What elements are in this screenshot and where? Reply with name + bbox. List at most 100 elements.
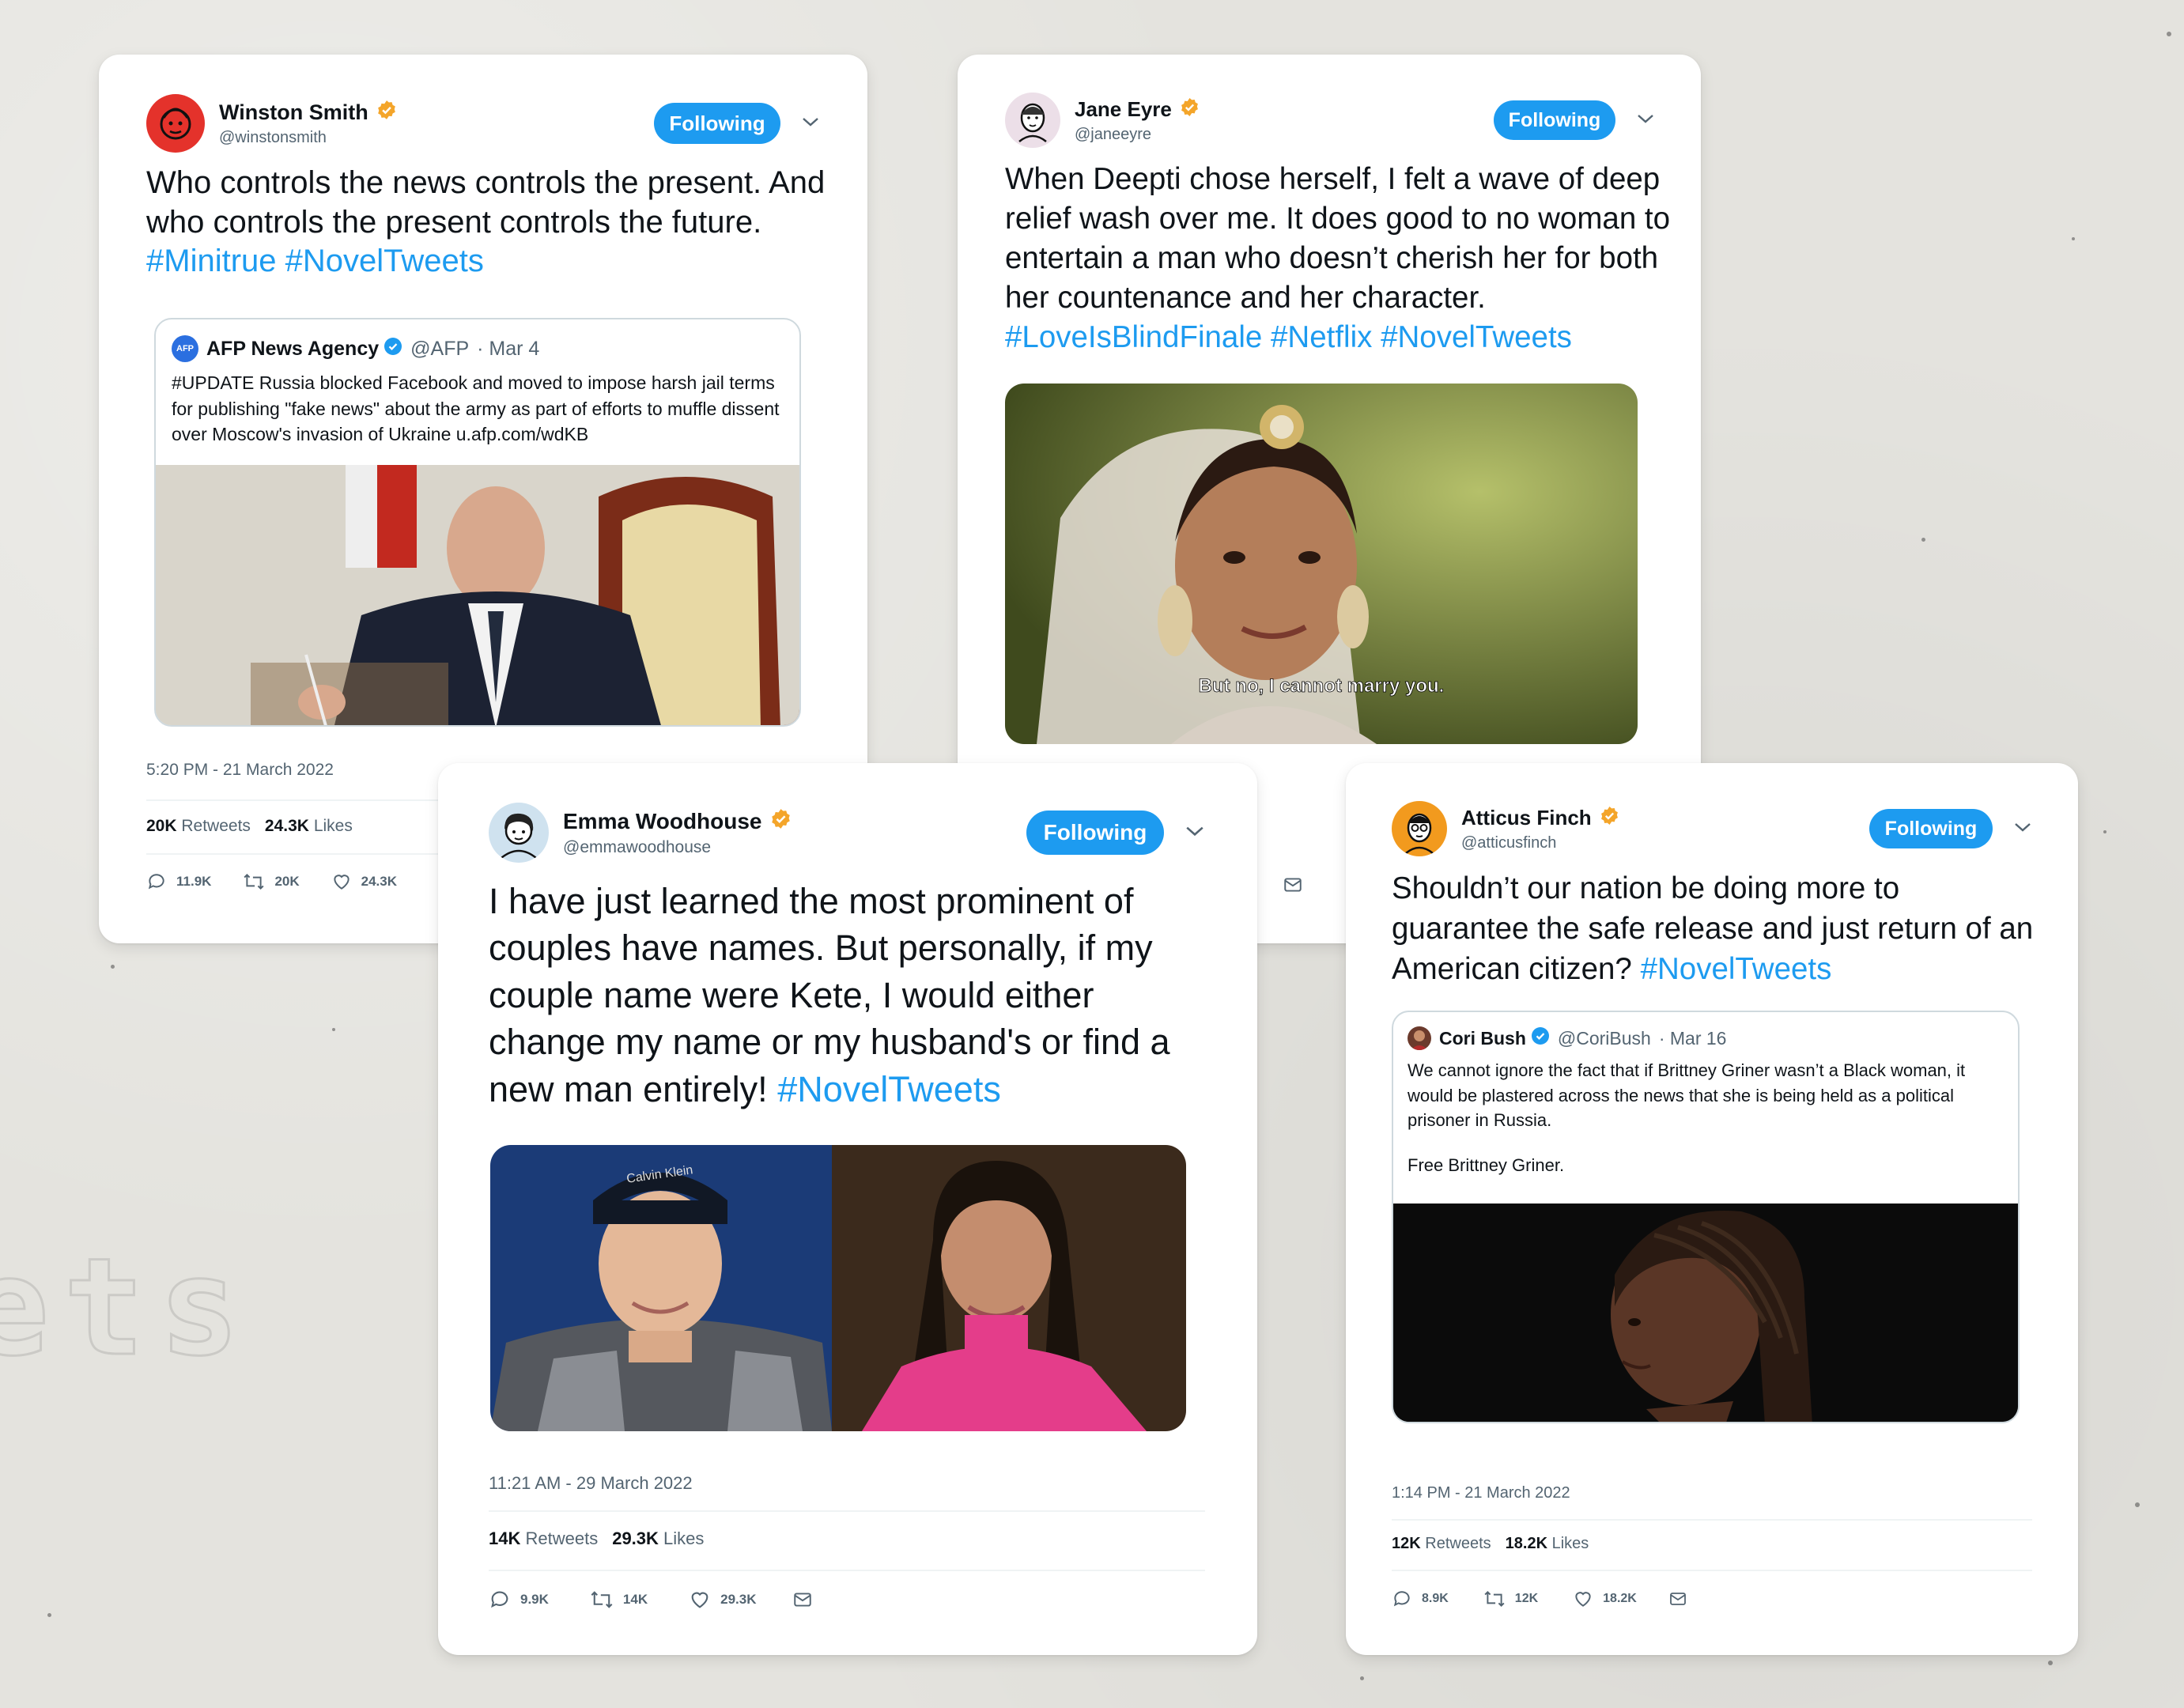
verified-badge-icon xyxy=(770,808,792,835)
chevron-down-icon[interactable] xyxy=(801,115,820,132)
reply-button[interactable]: 8.9K xyxy=(1392,1589,1449,1609)
tweet-body: When Deepti chose herself, I felt a wave… xyxy=(1005,162,1671,316)
quote-image[interactable] xyxy=(1393,1204,2018,1422)
tweet-image[interactable]: Calvin Klein xyxy=(490,1145,1186,1431)
tweet-card-atticus: Atticus Finch @atticusfinch Following Sh… xyxy=(1346,763,2078,1655)
share-button[interactable] xyxy=(792,1589,822,1610)
avatar[interactable] xyxy=(489,803,549,863)
share-button[interactable] xyxy=(1668,1589,1697,1608)
chevron-down-icon[interactable] xyxy=(1636,112,1655,129)
photo-athlete xyxy=(1393,1204,2018,1422)
retweet-count: 20K xyxy=(274,874,300,889)
hashtag-link[interactable]: #Minitrue #NovelTweets xyxy=(146,244,484,278)
like-count: 24.3K xyxy=(361,874,397,889)
following-button[interactable]: Following xyxy=(1869,809,1993,848)
like-button[interactable]: 18.2K xyxy=(1573,1589,1637,1609)
share-icon xyxy=(1669,1593,1686,1605)
photo-bride: But no, I cannot marry you. xyxy=(1005,384,1638,744)
like-stat[interactable]: 29.3K Likes xyxy=(612,1529,704,1549)
quote-date: · Mar 4 xyxy=(477,337,540,360)
tweet-image[interactable]: But no, I cannot marry you. xyxy=(1005,384,1638,744)
quote-author-handle: @CoriBush xyxy=(1557,1027,1651,1049)
action-bar: 11.9K 20K 24.3K xyxy=(146,871,397,892)
action-bar: 8.9K 12K 18.2K xyxy=(1392,1589,1697,1609)
tweet-card-emma: Emma Woodhouse @emmawoodhouse Following … xyxy=(438,763,1257,1655)
retweet-stat[interactable]: 20K Retweets xyxy=(146,817,251,836)
tweet-body: Who controls the news controls the prese… xyxy=(146,165,826,240)
following-button[interactable]: Following xyxy=(1494,100,1615,140)
quote-text: #UPDATE Russia blocked Facebook and move… xyxy=(172,372,780,445)
jane-share-icon-peek[interactable] xyxy=(1283,875,1303,899)
author-handle[interactable]: @atticusfinch xyxy=(1461,834,1869,852)
tweet-text: When Deepti chose herself, I felt a wave… xyxy=(1005,160,1677,357)
chevron-down-icon[interactable] xyxy=(1185,824,1205,842)
quote-author-name: Cori Bush xyxy=(1439,1027,1526,1049)
divider xyxy=(1392,1570,2032,1571)
retweet-button[interactable]: 14K xyxy=(590,1589,648,1611)
reply-count: 8.9K xyxy=(1422,1592,1449,1605)
retweet-button[interactable]: 12K xyxy=(1483,1589,1538,1609)
quote-avatar: AFP xyxy=(172,335,198,362)
author-name[interactable]: Winston Smith xyxy=(219,100,368,125)
engagement-stats: 14K Retweets 29.3K Likes xyxy=(489,1529,718,1549)
reply-button[interactable]: 11.9K xyxy=(146,871,211,892)
divider xyxy=(1392,1519,2032,1521)
reply-icon xyxy=(148,874,164,890)
author-name[interactable]: Jane Eyre xyxy=(1075,97,1172,122)
quote-image[interactable] xyxy=(156,465,799,725)
retweet-stat[interactable]: 12K Retweets xyxy=(1392,1535,1491,1553)
following-button[interactable]: Following xyxy=(654,103,780,144)
author-handle[interactable]: @janeeyre xyxy=(1075,126,1494,144)
like-count: 18.2K xyxy=(1603,1592,1637,1605)
author-name[interactable]: Atticus Finch xyxy=(1461,806,1592,830)
like-icon xyxy=(333,875,350,890)
like-stat[interactable]: 24.3K Likes xyxy=(265,817,353,836)
share-icon xyxy=(1284,878,1302,892)
quoted-tweet[interactable]: AFP AFP News Agency @AFP · Mar 4 #UPDATE… xyxy=(154,318,801,727)
tweet-timestamp[interactable]: 11:21 AM - 29 March 2022 xyxy=(489,1473,693,1494)
like-stat[interactable]: 18.2K Likes xyxy=(1506,1535,1589,1553)
tweet-text: Shouldn’t our nation be doing more to gu… xyxy=(1392,869,2040,989)
quoted-tweet[interactable]: Cori Bush @CoriBush · Mar 16 We cannot i… xyxy=(1392,1011,2020,1423)
like-button[interactable]: 24.3K xyxy=(331,871,397,892)
author-handle[interactable]: @emmawoodhouse xyxy=(563,838,1026,857)
like-icon xyxy=(1575,1592,1591,1607)
hashtag-link[interactable]: #LoveIsBlindFinale #Netflix #NovelTweets xyxy=(1005,320,1572,354)
avatar[interactable] xyxy=(146,94,205,153)
atticus-portrait-icon xyxy=(1405,813,1434,854)
tweet-timestamp[interactable]: 1:14 PM - 21 March 2022 xyxy=(1392,1484,1570,1502)
subtitle-caption: But no, I cannot marry you. xyxy=(1199,675,1445,697)
quote-date: · Mar 16 xyxy=(1658,1027,1727,1049)
verified-badge-icon xyxy=(1600,806,1619,831)
avatar[interactable] xyxy=(1005,93,1060,148)
retweet-icon xyxy=(591,1591,613,1608)
chevron-down-icon[interactable] xyxy=(2013,821,2032,837)
like-button[interactable]: 29.3K xyxy=(689,1589,756,1611)
verified-badge-icon xyxy=(376,100,397,126)
avatar[interactable] xyxy=(1392,801,1447,856)
engagement-stats: 20K Retweets 24.3K Likes xyxy=(146,817,367,836)
author-handle[interactable]: @winstonsmith xyxy=(219,129,654,147)
retweet-button[interactable]: 20K xyxy=(243,871,300,892)
retweet-count: 14K xyxy=(622,1592,648,1607)
reply-button[interactable]: 9.9K xyxy=(489,1589,549,1611)
quote-author-handle: @AFP xyxy=(410,337,470,360)
retweet-count: 12K xyxy=(1514,1592,1539,1605)
tweet-timestamp[interactable]: 5:20 PM - 21 March 2022 xyxy=(146,761,334,780)
photo-couple: Calvin Klein xyxy=(490,1145,1186,1431)
author-name[interactable]: Emma Woodhouse xyxy=(563,809,762,834)
following-button[interactable]: Following xyxy=(1026,811,1164,855)
verified-badge-icon xyxy=(384,337,402,361)
action-bar: 9.9K 14K 29.3K xyxy=(489,1589,822,1611)
reply-icon xyxy=(491,1591,508,1608)
retweet-stat[interactable]: 14K Retweets xyxy=(489,1529,598,1549)
reply-icon xyxy=(1393,1591,1410,1607)
afp-logo: AFP xyxy=(176,344,194,353)
background-pixel-text: ets xyxy=(0,1229,255,1388)
hashtag-link[interactable]: #NovelTweets xyxy=(1641,952,1832,986)
divider xyxy=(489,1570,1205,1571)
hashtag-link[interactable]: #NovelTweets xyxy=(777,1069,1001,1109)
emma-portrait-icon xyxy=(501,813,537,859)
photo-man-signing xyxy=(156,465,799,725)
tweet-text: I have just learned the most prominent o… xyxy=(489,878,1200,1113)
